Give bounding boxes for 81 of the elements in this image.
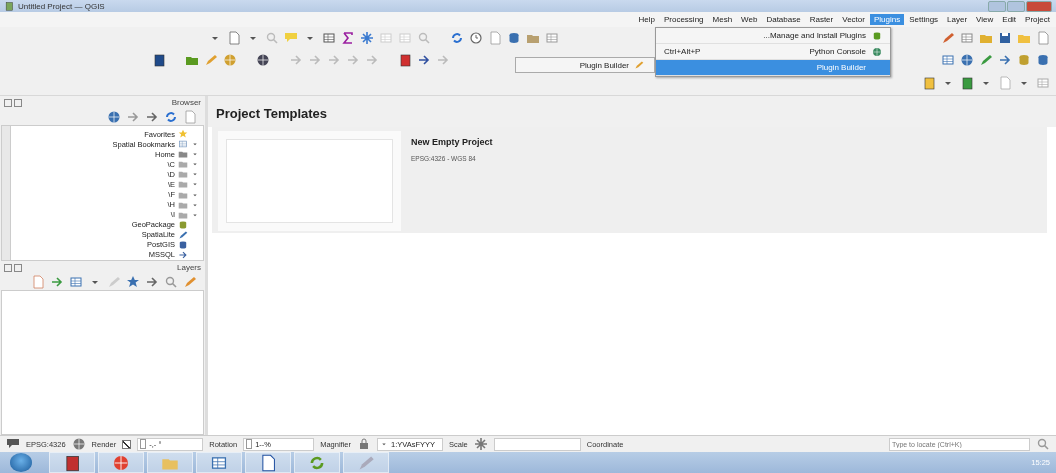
float-button[interactable]: [14, 263, 22, 272]
magnifier-icon[interactable]: [417, 31, 431, 45]
menu-item[interactable]: Processing: [659, 14, 708, 25]
float-button[interactable]: [14, 98, 22, 107]
menu-item[interactable]: Web: [737, 14, 762, 25]
arrow-icon[interactable]: [417, 53, 431, 67]
arrow-icon[interactable]: [50, 275, 64, 289]
arrow-icon[interactable]: [145, 275, 159, 289]
table-icon[interactable]: [545, 31, 559, 45]
globe-icon[interactable]: [107, 110, 121, 124]
window-title: Untitled Project — QGIS: [18, 1, 105, 11]
sigma-icon[interactable]: [341, 31, 355, 45]
menu-item[interactable]: Settings: [905, 14, 943, 25]
menu-item[interactable]: Plugin Builder: [516, 58, 654, 72]
arrow-icon[interactable]: [998, 53, 1012, 67]
clock-icon[interactable]: [469, 31, 483, 45]
pencil-icon[interactable]: [178, 229, 188, 240]
database-icon[interactable]: [178, 239, 188, 250]
database-icon[interactable]: [507, 31, 521, 45]
database-icon[interactable]: [178, 219, 188, 230]
refresh-icon[interactable]: [164, 110, 178, 124]
arrow-icon[interactable]: [178, 249, 188, 260]
globe-icon[interactable]: [71, 437, 86, 451]
pencil-icon[interactable]: [634, 60, 644, 70]
template-name: New Empty Project: [411, 137, 493, 147]
menu-item[interactable]: Mesh: [708, 14, 737, 25]
square-icon[interactable]: [398, 53, 412, 67]
coordinate-field[interactable]: [493, 437, 581, 451]
page-icon[interactable]: [259, 453, 277, 472]
table-icon[interactable]: [69, 275, 83, 289]
asterisk-icon[interactable]: [473, 437, 488, 451]
pencil-icon[interactable]: [941, 31, 955, 45]
close-button[interactable]: [4, 263, 12, 272]
menu-item[interactable]: Database: [762, 14, 805, 25]
folder-icon[interactable]: [178, 159, 188, 170]
save-icon[interactable]: [998, 31, 1012, 45]
star-icon[interactable]: [178, 129, 188, 140]
caret-icon[interactable]: [380, 440, 388, 448]
magnifier-icon[interactable]: [164, 275, 178, 289]
folder-icon[interactable]: [178, 179, 188, 190]
square-icon[interactable]: [63, 453, 81, 472]
database-icon[interactable]: [1036, 53, 1050, 67]
refresh-icon[interactable]: [450, 31, 464, 45]
table-icon[interactable]: [960, 31, 974, 45]
section-heading: Project Templates: [208, 96, 1056, 127]
folder-icon[interactable]: [178, 169, 188, 180]
globe-icon[interactable]: [960, 53, 974, 67]
square-icon[interactable]: [152, 53, 166, 67]
render-checkbox[interactable]: [122, 439, 132, 449]
close-button[interactable]: [4, 98, 12, 107]
table-icon[interactable]: [941, 53, 955, 67]
table-icon[interactable]: [178, 139, 188, 150]
menu-item[interactable]: Help: [634, 14, 659, 25]
pencil-icon[interactable]: [979, 53, 993, 67]
menu-item[interactable]: ...Manage and Install Plugins: [656, 28, 890, 44]
database-icon[interactable]: [872, 30, 882, 41]
table-icon[interactable]: [322, 31, 336, 45]
start-button[interactable]: [10, 453, 32, 472]
menu-item[interactable]: Vector: [838, 14, 869, 25]
lock-icon[interactable]: [357, 437, 371, 451]
panel-title: Browser: [171, 98, 201, 107]
speech-bubble-icon[interactable]: [6, 437, 20, 451]
star-icon[interactable]: [126, 275, 140, 289]
arrow-icon[interactable]: [145, 110, 159, 124]
globe-icon[interactable]: [872, 46, 882, 57]
magnifier-icon[interactable]: [265, 31, 279, 45]
minimize-button[interactable]: [988, 0, 1006, 12]
globe-icon[interactable]: [256, 53, 270, 67]
close-button[interactable]: [1026, 0, 1052, 12]
menu-item[interactable]: Project: [1021, 14, 1054, 25]
panel-title: Layers: [177, 263, 201, 272]
menu-item[interactable]: View: [972, 14, 998, 25]
square-icon[interactable]: [960, 76, 974, 90]
search-icon[interactable]: [1036, 437, 1050, 451]
maximize-button[interactable]: [1007, 0, 1025, 12]
asterisk-icon[interactable]: [360, 31, 374, 45]
menu-item[interactable]: Edit: [998, 14, 1021, 25]
scrollbar[interactable]: [2, 126, 11, 260]
folder-icon[interactable]: [178, 149, 188, 160]
menu-item[interactable]: Layer: [943, 14, 972, 25]
menu-item[interactable]: Raster: [805, 14, 838, 25]
